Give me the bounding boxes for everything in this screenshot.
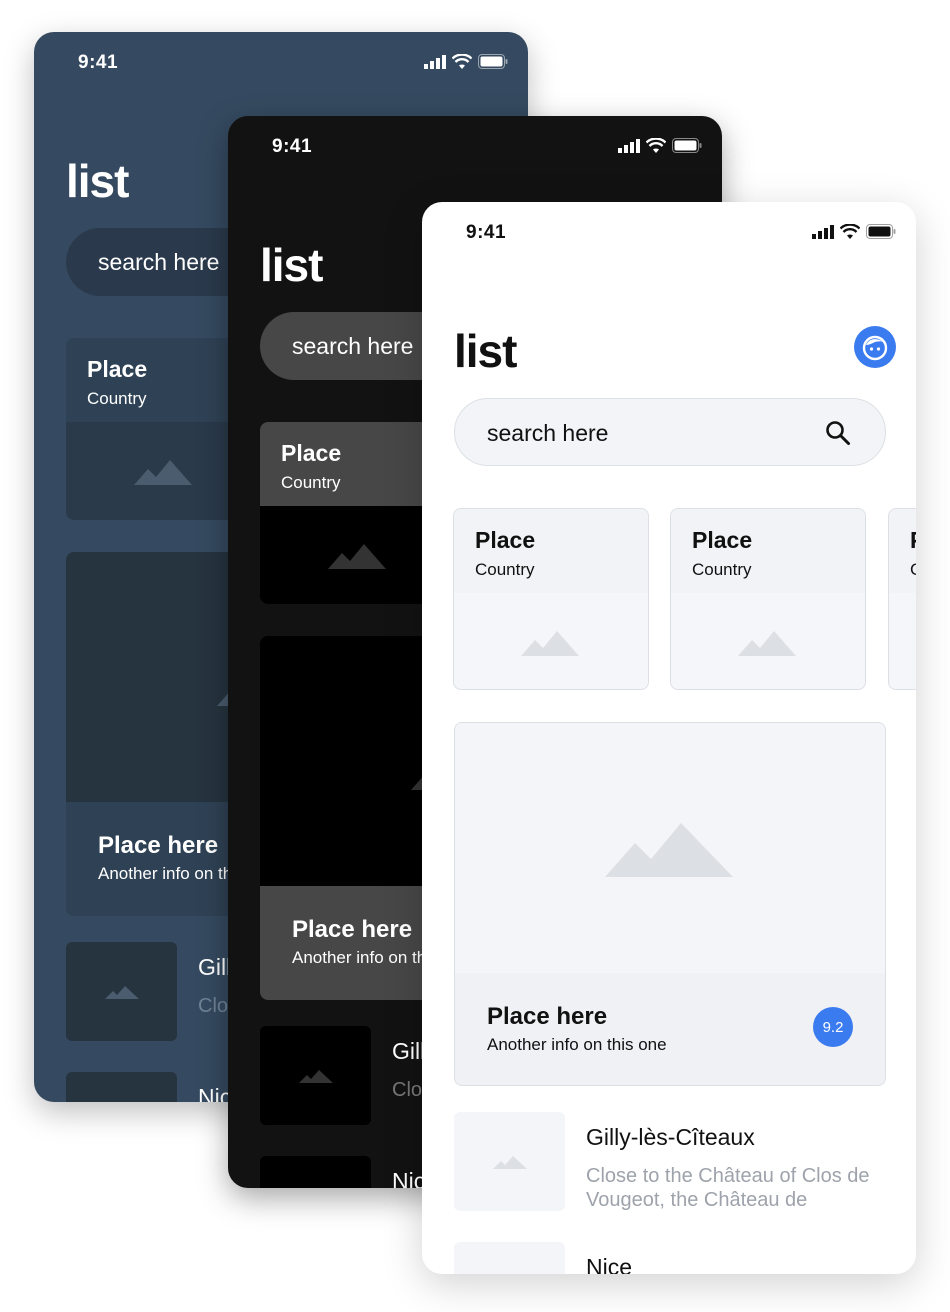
list-item-title[interactable]: Nic (198, 1084, 231, 1102)
featured-title: Place here (487, 1003, 608, 1030)
signal-icon (812, 224, 834, 239)
signal-icon (424, 54, 446, 69)
image-placeholder-icon (298, 1069, 333, 1083)
list-item-thumbnail[interactable] (454, 1112, 565, 1211)
image-placeholder-icon (605, 823, 733, 877)
list-item-thumbnail[interactable] (260, 1156, 371, 1188)
page-title: list (454, 325, 517, 377)
status-time: 9:41 (272, 136, 313, 157)
image-placeholder-icon (738, 631, 796, 656)
status-icons (812, 224, 896, 239)
image-placeholder-icon (104, 985, 139, 999)
image-placeholder-icon (328, 544, 386, 569)
featured-title: Place here (292, 916, 413, 943)
place-card[interactable]: PC (888, 508, 916, 690)
rating-badge: 9.2 (813, 1007, 853, 1047)
status-icons (424, 54, 508, 69)
page-title: list (260, 239, 323, 291)
avatar-icon (862, 335, 888, 361)
list-item-thumbnail[interactable] (66, 942, 177, 1041)
search-placeholder: search here (98, 249, 220, 275)
search-placeholder: search here (292, 333, 414, 359)
status-time: 9:41 (78, 52, 119, 73)
image-placeholder-icon (492, 1155, 527, 1169)
list-item-title[interactable]: Nic (392, 1168, 425, 1188)
list-item-description: Close to the Château of Clos de Vougeot,… (586, 1165, 870, 1211)
list-item-title[interactable]: Nice (586, 1254, 632, 1274)
place-card[interactable]: Place Country (670, 508, 866, 690)
featured-subtitle: Another info on this one (487, 1035, 667, 1054)
signal-icon (618, 138, 640, 153)
featured-subtitle: Another info on th (292, 948, 427, 967)
featured-subtitle: Another info on th (98, 864, 233, 883)
battery-icon (672, 138, 702, 153)
battery-icon (866, 224, 896, 239)
list-item-title[interactable]: Gill (198, 954, 231, 981)
card-subtitle: C (910, 560, 916, 580)
search-placeholder: search here (487, 420, 609, 446)
search-input[interactable]: search here (454, 398, 886, 466)
list-item-title[interactable]: Gilly-lès-Cîteaux (586, 1124, 755, 1151)
search-icon[interactable] (825, 420, 851, 446)
card-subtitle: Country (692, 560, 752, 579)
battery-icon (478, 54, 508, 69)
place-card[interactable]: Place Country (453, 508, 649, 690)
status-icons (618, 138, 702, 153)
card-title: Place (87, 356, 148, 382)
card-subtitle: Country (87, 389, 147, 408)
status-time: 9:41 (466, 222, 507, 243)
featured-card[interactable]: Place here Another info on this one 9.2 (454, 722, 886, 1086)
phone-mockup-light: 9:41 list search here Place Country Place… (422, 202, 916, 1274)
list-item-thumbnail[interactable] (454, 1242, 565, 1274)
card-title: P (910, 527, 916, 554)
avatar[interactable] (854, 326, 896, 368)
card-subtitle: Country (475, 560, 535, 579)
featured-title: Place here (98, 832, 219, 859)
page-title: list (66, 155, 129, 207)
wifi-icon (452, 54, 472, 69)
card-title: Place (692, 527, 753, 553)
card-title: Place (475, 527, 536, 553)
wifi-icon (840, 224, 860, 239)
card-subtitle: Country (281, 473, 341, 492)
image-placeholder-icon (134, 460, 192, 485)
wifi-icon (646, 138, 666, 153)
list-item-thumbnail[interactable] (260, 1026, 371, 1125)
card-title: Place (281, 440, 342, 466)
list-item-title[interactable]: Gill (392, 1038, 425, 1065)
image-placeholder-icon (521, 631, 579, 656)
list-item-thumbnail[interactable] (66, 1072, 177, 1102)
